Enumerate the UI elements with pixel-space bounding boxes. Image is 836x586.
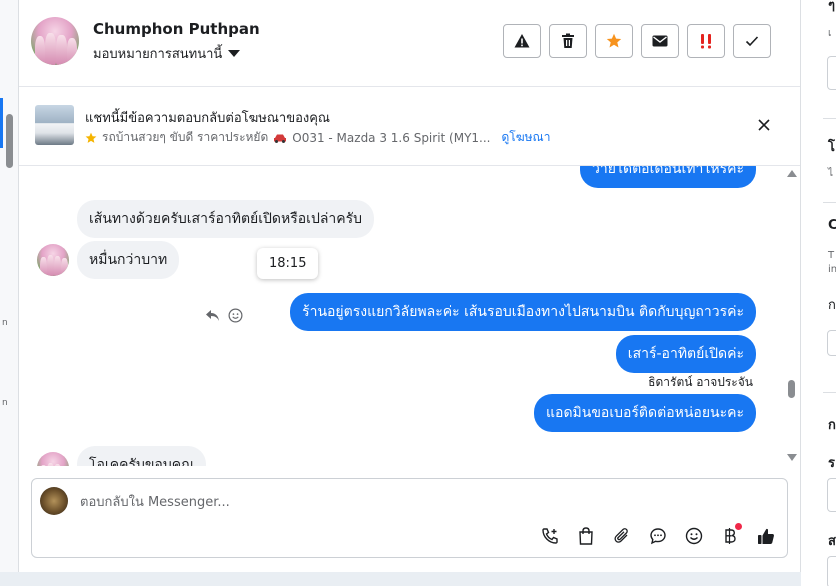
attach-button[interactable]: [611, 525, 633, 547]
star-icon: [606, 33, 622, 48]
panel-heading: ก: [828, 418, 836, 433]
bottom-bar: [0, 572, 800, 586]
payment-button[interactable]: [719, 523, 742, 547]
active-indicator: [0, 98, 3, 148]
header-actions: [503, 24, 771, 58]
message-outgoing[interactable]: ว่ายได้ต่อเดือนเท่าไหร่คะ: [580, 166, 756, 188]
message-incoming[interactable]: หมื่นกว่าบาท: [77, 241, 180, 279]
mark-unread-button[interactable]: [641, 24, 679, 58]
ad-reply-banner: แชทนี้มีข้อความตอบกลับต่อโฆษณาของคุณ รถบ…: [19, 87, 800, 166]
panel-text: in: [828, 264, 836, 275]
panel-text: T: [828, 250, 835, 261]
assign-label: มอบหมายการสนทนานี้: [93, 47, 223, 62]
chat-bubble-icon: [650, 528, 666, 545]
saved-replies-button[interactable]: [647, 525, 669, 547]
strip-mark: n: [2, 398, 8, 408]
panel-heading: C: [828, 218, 836, 233]
message-outgoing[interactable]: เสาร์-อาทิตย์เปิดค่ะ: [615, 335, 756, 373]
like-button[interactable]: [755, 525, 777, 547]
scroll-down-icon[interactable]: [787, 454, 797, 461]
envelope-icon: [652, 35, 668, 47]
check-icon: [745, 36, 759, 47]
sender-name: ธิดารัตน์ อาจประจัน: [648, 375, 753, 389]
scroll-up-icon[interactable]: [787, 170, 797, 177]
panel-input[interactable]: [827, 556, 836, 586]
message-incoming[interactable]: โอเคครับขอบคุณ: [77, 446, 207, 466]
panel-label: ส: [828, 534, 836, 549]
delete-button[interactable]: [549, 24, 587, 58]
warning-icon: [514, 34, 530, 48]
conversation-header: Chumphon Puthpan มอบหมายการสนทนานี้: [19, 0, 800, 87]
right-details-panel: ๆ เ โ ไ C T in ก ก ร ส: [801, 0, 836, 586]
bag-icon: [579, 527, 593, 545]
caret-down-icon: [228, 50, 241, 57]
contact-name[interactable]: Chumphon Puthpan: [93, 20, 260, 38]
message-outgoing[interactable]: แอดมินขอเบอร์ติดต่อหน่อยนะคะ: [534, 394, 756, 432]
panel-input[interactable]: [827, 478, 836, 512]
left-scrollbar-thumb[interactable]: [6, 114, 13, 168]
reply-icon: [206, 310, 219, 321]
mark-done-button[interactable]: [733, 24, 771, 58]
paperclip-icon: [614, 528, 628, 543]
react-emoji-icon: [228, 308, 243, 323]
conversation-panel: Chumphon Puthpan มอบหมายการสนทนานี้ แชทน…: [19, 0, 801, 572]
panel-select[interactable]: [827, 330, 836, 356]
panel-text: ไ: [828, 168, 834, 179]
timestamp-tooltip: 18:15: [257, 248, 319, 279]
chat-scrollbar-thumb[interactable]: [788, 380, 795, 398]
trash-icon: [562, 33, 574, 48]
call-button[interactable]: [539, 525, 561, 547]
panel-text: เ: [828, 28, 832, 39]
notification-dot: [735, 523, 742, 530]
assign-conversation-dropdown[interactable]: มอบหมายการสนทนานี้: [93, 43, 241, 64]
message-incoming[interactable]: เส้นทางด้วยครับเสาร์อาทิตย์เปิดหรือเปล่า…: [77, 200, 375, 238]
composer-tools: [539, 523, 777, 547]
ad-banner-subtitle: รถบ้านสวยๆ ขับดี ราคาประหยัด O031 - Mazd…: [85, 128, 550, 147]
divider: [823, 202, 836, 203]
panel-heading: ๆ: [828, 0, 835, 13]
emoji-button[interactable]: [683, 525, 705, 547]
reply-composer: [31, 478, 788, 558]
contact-avatar-small[interactable]: [37, 244, 69, 276]
panel-label: ร: [828, 456, 835, 471]
chat-scrollbar[interactable]: [786, 166, 800, 466]
baht-icon: [725, 528, 736, 544]
divider: [823, 118, 836, 119]
ad-name: O031 - Mazda 3 1.6 Spirit (MY1...: [292, 130, 491, 145]
car-emoji-icon: [274, 134, 287, 143]
page-avatar: [40, 487, 68, 515]
important-button[interactable]: [687, 24, 725, 58]
emoji-icon: [685, 527, 703, 545]
panel-heading: โ: [828, 140, 835, 155]
thumbs-up-icon: [758, 528, 774, 544]
panel-input[interactable]: [827, 56, 836, 90]
mark-spam-button[interactable]: [503, 24, 541, 58]
call-plus-icon: [542, 528, 558, 544]
ad-thumbnail: [35, 105, 74, 145]
ad-caption: รถบ้านสวยๆ ขับดี ราคาประหยัด: [102, 130, 269, 144]
contact-avatar[interactable]: [31, 17, 79, 65]
important-icon: [701, 34, 711, 49]
panel-label: ก: [828, 298, 836, 313]
divider: [823, 392, 836, 393]
star-button[interactable]: [595, 24, 633, 58]
message-actions: [205, 308, 243, 323]
reply-input[interactable]: [78, 489, 682, 515]
message-outgoing[interactable]: ร้านอยู่ตรงแยกวิลัยพละค่ะ เส้นรอบเมืองทา…: [290, 293, 756, 331]
close-banner-button[interactable]: [754, 115, 774, 135]
contact-avatar-small[interactable]: [37, 452, 69, 466]
view-ad-link[interactable]: ดูโฆษณา: [502, 128, 551, 147]
ad-banner-title: แชทนี้มีข้อความตอบกลับต่อโฆษณาของคุณ: [85, 111, 330, 126]
left-scroll-strip: n n: [0, 0, 19, 586]
message-thread: ว่ายได้ต่อเดือนเท่าไหร่คะ เส้นทางด้วยครั…: [19, 166, 800, 466]
close-icon: [758, 119, 770, 131]
star-emoji-icon: [85, 132, 97, 143]
shop-button[interactable]: [575, 525, 597, 547]
strip-mark: n: [2, 318, 8, 328]
